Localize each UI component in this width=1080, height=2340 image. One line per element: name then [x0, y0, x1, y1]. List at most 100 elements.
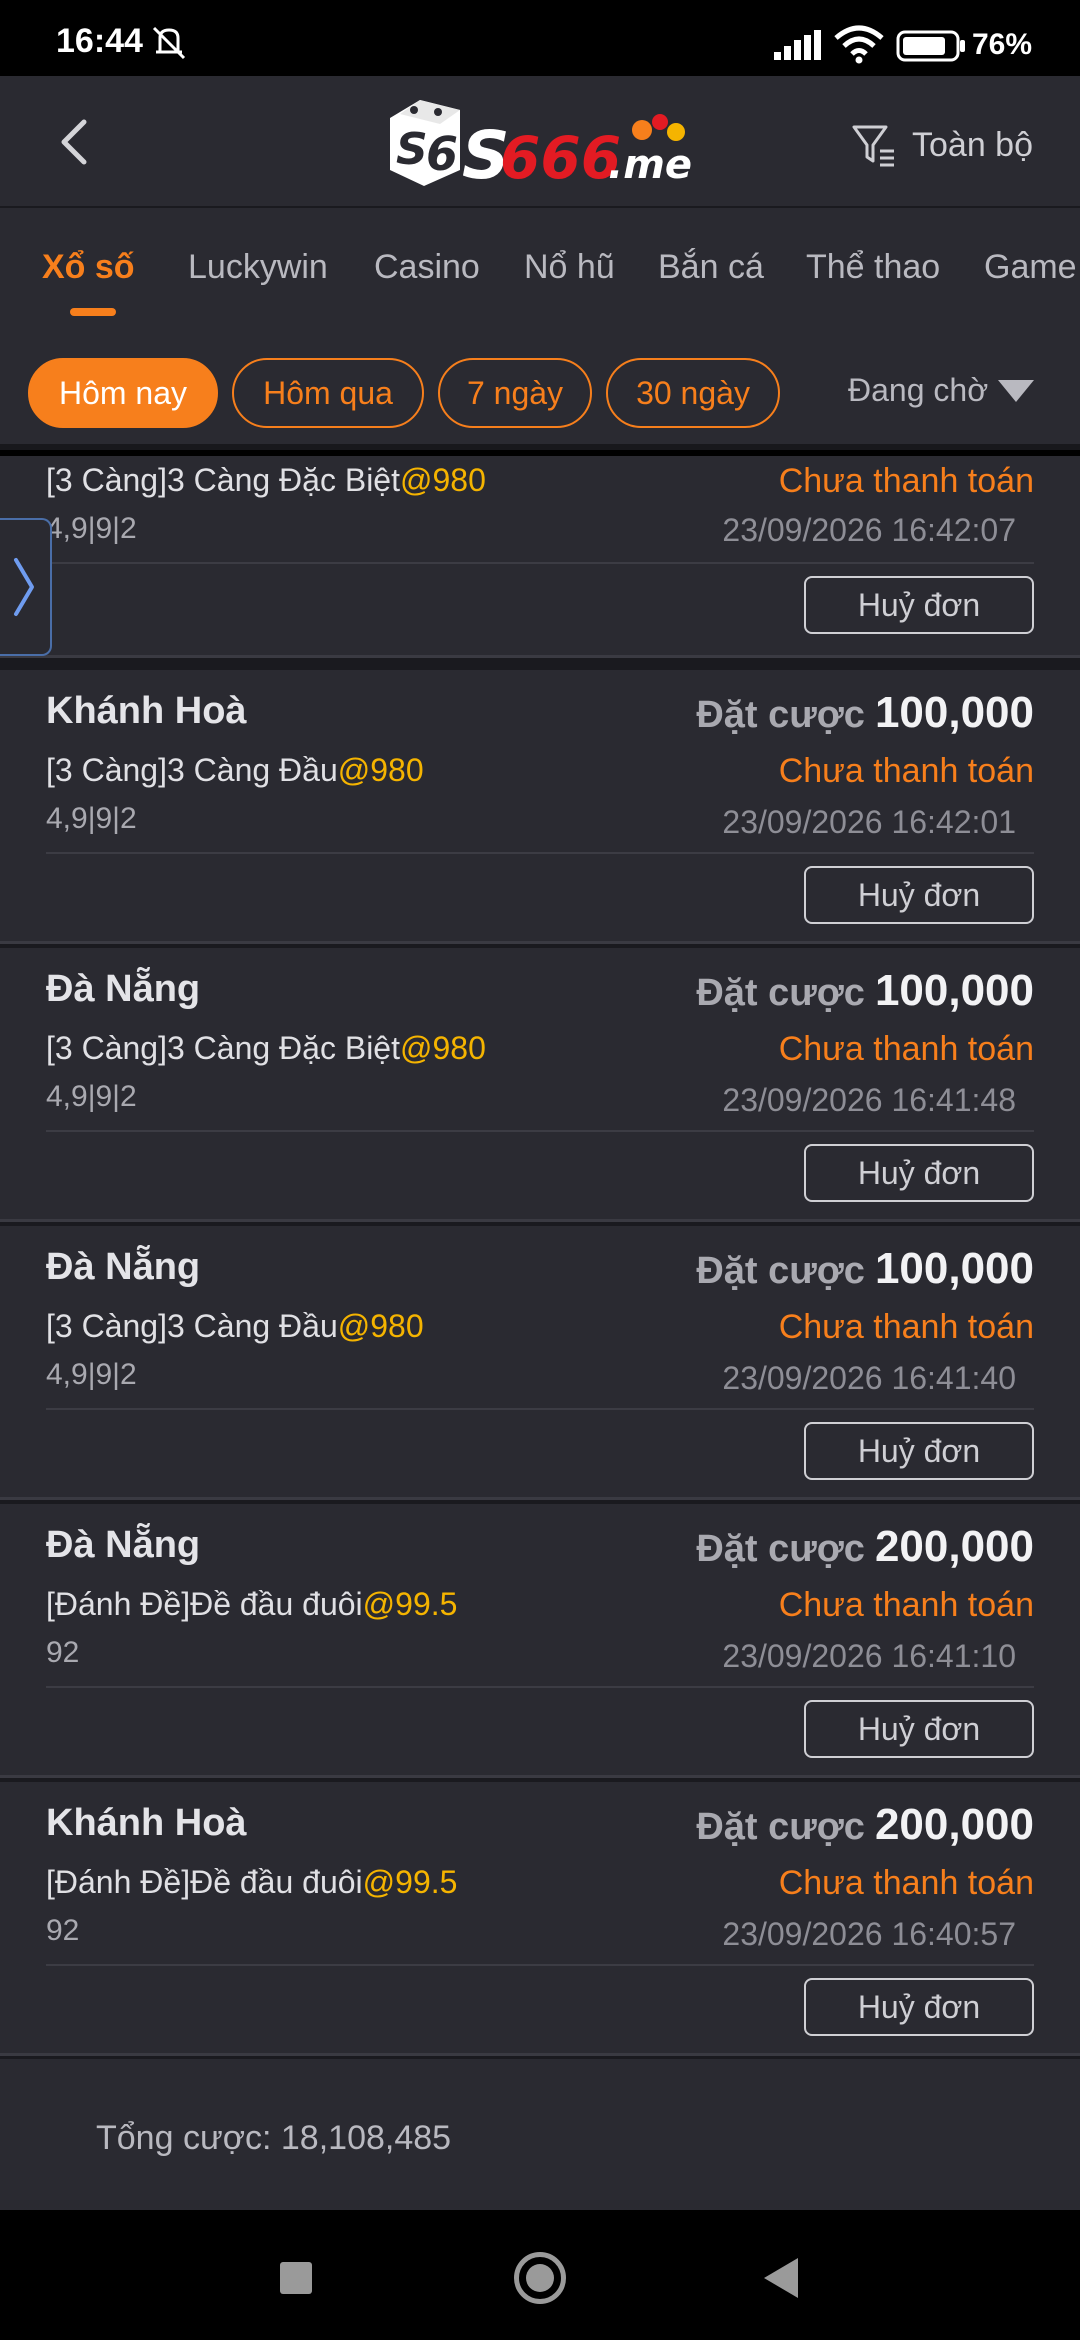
bet-datetime: 23/09/2026 16:40:57	[722, 1916, 1016, 1952]
side-drawer-handle[interactable]	[0, 518, 52, 656]
chip-yesterday[interactable]: Hôm qua	[232, 358, 424, 428]
back-arrow-icon[interactable]	[50, 112, 100, 172]
chevron-right-icon	[14, 558, 34, 616]
bet-type: [3 Càng]3 Càng Đặc Biệt@980	[46, 462, 486, 498]
tab-casino[interactable]: Casino	[374, 248, 480, 287]
bet-numbers: 4,9|9|2	[46, 1080, 137, 1113]
bet-card: Khánh Hoà Đặt cược 100,000 [3 Càng]3 Càng…	[0, 670, 1080, 944]
chip-today[interactable]: Hôm nay	[28, 358, 218, 428]
bet-type: [3 Càng]3 Càng Đầu@980	[46, 1308, 424, 1344]
payment-status: Chưa thanh toán	[778, 1308, 1034, 1346]
bet-card: Đà Nẵng Đặt cược 100,000 [3 Càng]3 Càng Đ…	[0, 1226, 1080, 1500]
bet-numbers: 92	[46, 1636, 80, 1669]
status-dropdown-label: Đang chờ	[848, 372, 989, 408]
divider	[46, 852, 1034, 854]
total-footer: Tổng cược: 18,108,485	[0, 2056, 1080, 2210]
bet-card: [3 Càng]3 Càng Đặc Biệt@980 4,9|9|2 Chưa…	[0, 456, 1080, 658]
date-filter-bar: Hôm nay Hôm qua 7 ngày 30 ngày Đang chờ	[0, 336, 1080, 450]
bet-card: Đà Nẵng Đặt cược 200,000 [Đánh Đề]Đề đầu …	[0, 1504, 1080, 1778]
payment-status: Chưa thanh toán	[778, 462, 1034, 500]
bet-region: Khánh Hoà	[46, 690, 247, 732]
filter-all-button[interactable]: Toàn bộ	[850, 120, 1033, 170]
bet-card: Khánh Hoà Đặt cược 200,000 [Đánh Đề]Đề đầ…	[0, 1782, 1080, 2056]
chip-30-days[interactable]: 30 ngày	[606, 358, 780, 428]
bet-amount: 100,000	[874, 688, 1034, 737]
bet-numbers: 4,9|9|2	[46, 802, 137, 835]
cancel-order-button[interactable]: Huỷ đơn	[804, 1422, 1034, 1480]
svg-text:666: 666	[500, 124, 621, 192]
wifi-icon	[834, 25, 884, 64]
active-tab-indicator	[70, 308, 116, 316]
category-tabs: Xổ số Luckywin Casino Nổ hũ Bắn cá Thể t…	[0, 208, 1080, 336]
filter-label: Toàn bộ	[912, 125, 1033, 164]
mute-icon	[152, 26, 186, 60]
bet-datetime: 23/09/2026 16:41:40	[722, 1360, 1016, 1396]
bet-amount: 100,000	[874, 1244, 1034, 1293]
chip-7-days[interactable]: 7 ngày	[438, 358, 592, 428]
total-bet-text: Tổng cược: 18,108,485	[96, 2119, 452, 2157]
bet-type: [Đánh Đề]Đề đầu đuôi@99.5	[46, 1586, 458, 1622]
home-button[interactable]	[514, 2252, 566, 2304]
bet-type: [Đánh Đề]Đề đầu đuôi@99.5	[46, 1864, 458, 1900]
app-header: S 6 S 666 .me Toàn bộ	[0, 76, 1080, 208]
divider	[46, 1130, 1034, 1132]
payment-status: Chưa thanh toán	[778, 1864, 1034, 1902]
bet-datetime: 23/09/2026 16:41:10	[722, 1638, 1016, 1674]
recents-button[interactable]	[280, 2262, 312, 2294]
bet-amount-row: Đặt cược 100,000	[696, 966, 1034, 1015]
bet-datetime: 23/09/2026 16:42:07	[722, 512, 1016, 548]
battery-percentage: 76%	[972, 28, 1033, 61]
bet-datetime: 23/09/2026 16:42:01	[722, 804, 1016, 840]
cancel-order-button[interactable]: Huỷ đơn	[804, 1978, 1034, 2036]
bet-numbers: 92	[46, 1914, 80, 1947]
bet-region: Đà Nẵng	[46, 1524, 201, 1566]
svg-text:6: 6	[426, 127, 458, 181]
payment-status: Chưa thanh toán	[778, 1586, 1034, 1624]
bet-datetime: 23/09/2026 16:41:48	[722, 1082, 1016, 1118]
divider	[46, 1964, 1034, 1966]
signal-icon	[774, 30, 821, 60]
tab-luckywin[interactable]: Luckywin	[188, 248, 328, 287]
bet-amount-row: Đặt cược 100,000	[696, 688, 1034, 737]
tab-ban-ca[interactable]: Bắn cá	[658, 248, 764, 287]
bet-type: [3 Càng]3 Càng Đặc Biệt@980	[46, 1030, 486, 1066]
bet-numbers: 4,9|9|2	[46, 1358, 137, 1391]
bet-card: Đà Nẵng Đặt cược 100,000 [3 Càng]3 Càng Đ…	[0, 948, 1080, 1222]
divider	[46, 1408, 1034, 1410]
tab-game[interactable]: Game	[984, 248, 1077, 287]
bet-amount-row: Đặt cược 200,000	[696, 1800, 1034, 1849]
divider	[46, 562, 1034, 564]
cancel-order-button[interactable]: Huỷ đơn	[804, 1700, 1034, 1758]
svg-text:S: S	[396, 124, 428, 175]
bet-region: Đà Nẵng	[46, 1246, 201, 1288]
divider	[46, 1686, 1034, 1688]
bet-region: Khánh Hoà	[46, 1802, 247, 1844]
bet-region: Đà Nẵng	[46, 968, 201, 1010]
payment-status: Chưa thanh toán	[778, 1030, 1034, 1068]
bet-type: [3 Càng]3 Càng Đầu@980	[46, 752, 424, 788]
brand-logo: S 6 S 666 .me	[380, 90, 700, 194]
bet-amount: 200,000	[874, 1522, 1034, 1571]
status-dropdown[interactable]: Đang chờ	[848, 372, 1035, 409]
battery-icon	[896, 30, 965, 62]
tab-no-hu[interactable]: Nổ hũ	[524, 248, 615, 287]
cancel-order-button[interactable]: Huỷ đơn	[804, 576, 1034, 634]
bet-list[interactable]: [3 Càng]3 Càng Đặc Biệt@980 4,9|9|2 Chưa…	[0, 456, 1080, 2056]
svg-text:.me: .me	[608, 142, 692, 188]
cancel-order-button[interactable]: Huỷ đơn	[804, 1144, 1034, 1202]
bet-amount-row: Đặt cược 100,000	[696, 1244, 1034, 1293]
bet-amount-row: Đặt cược 200,000	[696, 1522, 1034, 1571]
status-bar: 16:44 76%	[0, 0, 1080, 76]
status-time: 16:44	[56, 22, 143, 60]
dropdown-caret-icon	[998, 379, 1035, 402]
back-button[interactable]	[764, 2258, 798, 2298]
system-nav-bar	[0, 2210, 1080, 2340]
bet-amount: 100,000	[874, 966, 1034, 1015]
tab-xo-so[interactable]: Xổ số	[42, 248, 135, 287]
dice-logo-icon: S 6 S 666 .me	[390, 100, 692, 194]
cancel-order-button[interactable]: Huỷ đơn	[804, 866, 1034, 924]
tab-the-thao[interactable]: Thể thao	[806, 248, 940, 287]
payment-status: Chưa thanh toán	[778, 752, 1034, 790]
bet-amount: 200,000	[874, 1800, 1034, 1849]
filter-icon	[852, 125, 894, 167]
